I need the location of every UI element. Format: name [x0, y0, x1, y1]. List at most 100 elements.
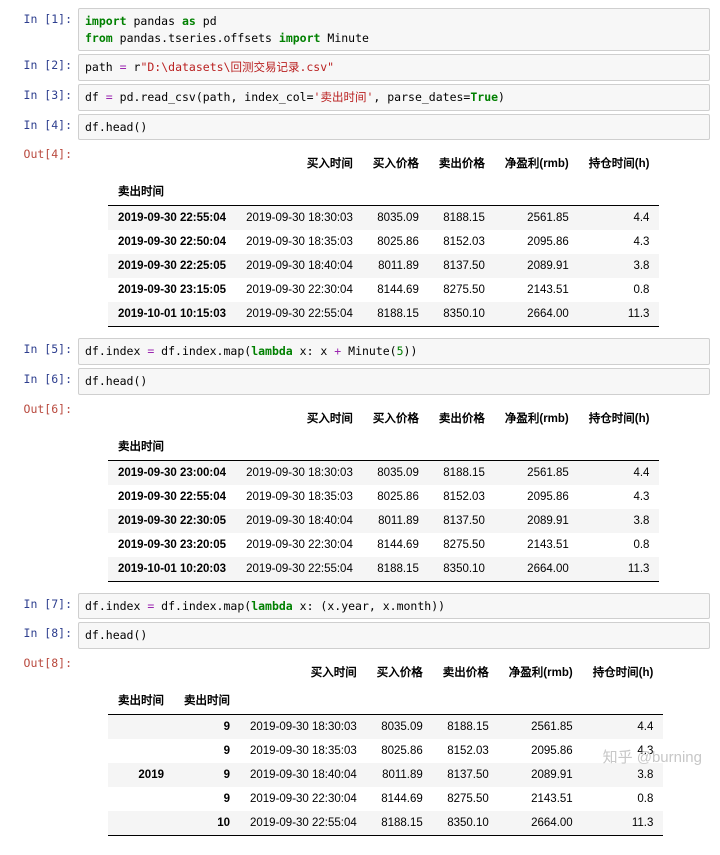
- table-row: 92019-09-30 22:30:048144.698275.502143.5…: [108, 787, 663, 811]
- code-cell-6: In [6]: df.head(): [10, 368, 710, 395]
- row-index-0: [108, 739, 174, 763]
- text: )): [404, 344, 418, 358]
- code-cell-1: In [1]: import pandas as pd from pandas.…: [10, 8, 710, 51]
- code-input[interactable]: df = pd.read_csv(path, index_col='卖出时间',…: [78, 84, 710, 111]
- var: path: [85, 60, 113, 74]
- row-index: 2019-10-01 10:15:03: [108, 302, 236, 327]
- call: df.head(): [85, 120, 147, 134]
- in-prompt: In [7]:: [10, 593, 78, 620]
- cell: 8137.50: [429, 254, 495, 278]
- keyword: from: [85, 31, 113, 45]
- text: Minute(: [341, 344, 396, 358]
- cell: 2019-09-30 22:30:04: [236, 278, 363, 302]
- cell: 8275.50: [429, 278, 495, 302]
- cell: 2019-09-30 18:30:03: [236, 460, 363, 485]
- cell: 2143.51: [499, 787, 583, 811]
- row-index: 2019-09-30 22:30:05: [108, 509, 236, 533]
- code-input[interactable]: df.index = df.index.map(lambda x: (x.yea…: [78, 593, 710, 620]
- code-input[interactable]: df.index = df.index.map(lambda x: x + Mi…: [78, 338, 710, 365]
- cell: 8350.10: [429, 557, 495, 582]
- table-row: 201992019-09-30 18:40:048011.898137.5020…: [108, 763, 663, 787]
- code-input[interactable]: df.head(): [78, 622, 710, 649]
- cell: 8275.50: [429, 533, 495, 557]
- cell: 2019-09-30 22:30:04: [240, 787, 367, 811]
- dataframe-table: 买入时间买入价格卖出价格净盈利(rmb)持仓时间(h)卖出时间2019-09-3…: [108, 149, 659, 327]
- code-cell-2: In [2]: path = r"D:\datasets\回测交易记录.csv": [10, 54, 710, 81]
- col-header: 买入时间: [236, 149, 363, 177]
- cell: 2095.86: [499, 739, 583, 763]
- index-name: 卖出时间: [174, 686, 240, 715]
- code-input[interactable]: df.head(): [78, 368, 710, 395]
- row-index-0: [108, 787, 174, 811]
- code-cell-8: In [8]: df.head(): [10, 622, 710, 649]
- cell: 4.3: [579, 485, 660, 509]
- row-index-1: 9: [174, 787, 240, 811]
- cell: 8144.69: [363, 533, 429, 557]
- alias: pd: [203, 14, 217, 28]
- row-index-0: 2019: [108, 763, 174, 787]
- string: '卖出时间': [314, 90, 374, 104]
- row-index: 2019-10-01 10:20:03: [108, 557, 236, 582]
- col-header: 持仓时间(h): [579, 149, 660, 177]
- op: =: [120, 60, 127, 74]
- cell: 8152.03: [433, 739, 499, 763]
- cell: 8025.86: [363, 485, 429, 509]
- col-header: 净盈利(rmb): [495, 149, 579, 177]
- cell: 2019-09-30 22:55:04: [236, 557, 363, 582]
- output-cell-4: Out[4]: 买入时间买入价格卖出价格净盈利(rmb)持仓时间(h)卖出时间2…: [10, 143, 710, 335]
- name: Minute: [327, 31, 369, 45]
- string: "D:\datasets\回测交易记录.csv": [140, 60, 334, 74]
- cell: 4.3: [583, 739, 664, 763]
- out-prompt: Out[6]:: [10, 398, 78, 590]
- cell: 8035.09: [363, 206, 429, 231]
- code-input[interactable]: import pandas as pd from pandas.tseries.…: [78, 8, 710, 51]
- cell: 2561.85: [495, 460, 579, 485]
- cell: 8025.86: [363, 230, 429, 254]
- cell: 8137.50: [433, 763, 499, 787]
- col-header: 买入价格: [367, 658, 433, 686]
- cell: 2664.00: [495, 302, 579, 327]
- index-name: 卖出时间: [108, 432, 236, 461]
- col-header: 净盈利(rmb): [499, 658, 583, 686]
- cell: 2089.91: [495, 254, 579, 278]
- cell: 2019-09-30 18:35:03: [236, 230, 363, 254]
- cell: 2089.91: [495, 509, 579, 533]
- cell: 0.8: [583, 787, 664, 811]
- cell: 2019-09-30 18:35:03: [236, 485, 363, 509]
- cell: 4.4: [583, 715, 664, 740]
- output-area: 买入时间买入价格卖出价格净盈利(rmb)持仓时间(h)卖出时间2019-09-3…: [78, 398, 710, 590]
- row-index-1: 9: [174, 715, 240, 740]
- call: df.head(): [85, 628, 147, 642]
- cell: 2019-09-30 18:40:04: [236, 254, 363, 278]
- cell: 2019-09-30 22:30:04: [236, 533, 363, 557]
- keyword: as: [182, 14, 196, 28]
- text: df.index.map(: [154, 344, 251, 358]
- row-index: 2019-09-30 23:15:05: [108, 278, 236, 302]
- table-row: 92019-09-30 18:30:038035.098188.152561.8…: [108, 715, 663, 740]
- code-input[interactable]: df.head(): [78, 114, 710, 141]
- row-index-0: [108, 715, 174, 740]
- cell: 8152.03: [429, 230, 495, 254]
- row-index-1: 9: [174, 739, 240, 763]
- cell: 8144.69: [367, 787, 433, 811]
- row-index-0: [108, 811, 174, 836]
- bool: True: [470, 90, 498, 104]
- cell: 8275.50: [433, 787, 499, 811]
- row-index: 2019-09-30 22:25:05: [108, 254, 236, 278]
- in-prompt: In [8]:: [10, 622, 78, 649]
- code-input[interactable]: path = r"D:\datasets\回测交易记录.csv": [78, 54, 710, 81]
- cell: 4.4: [579, 460, 660, 485]
- table-row: 2019-09-30 23:15:052019-09-30 22:30:0481…: [108, 278, 659, 302]
- table-row: 2019-09-30 22:50:042019-09-30 18:35:0380…: [108, 230, 659, 254]
- cell: 8188.15: [367, 811, 433, 836]
- cell: 11.3: [579, 557, 660, 582]
- cell: 8152.03: [429, 485, 495, 509]
- cell: 8144.69: [363, 278, 429, 302]
- text: x: (x.year, x.month)): [293, 599, 445, 613]
- out-prompt: Out[4]:: [10, 143, 78, 335]
- cell: 4.4: [579, 206, 660, 231]
- table-row: 2019-09-30 22:55:042019-09-30 18:30:0380…: [108, 206, 659, 231]
- code-cell-3: In [3]: df = pd.read_csv(path, index_col…: [10, 84, 710, 111]
- cell: 2143.51: [495, 278, 579, 302]
- module: pandas: [133, 14, 175, 28]
